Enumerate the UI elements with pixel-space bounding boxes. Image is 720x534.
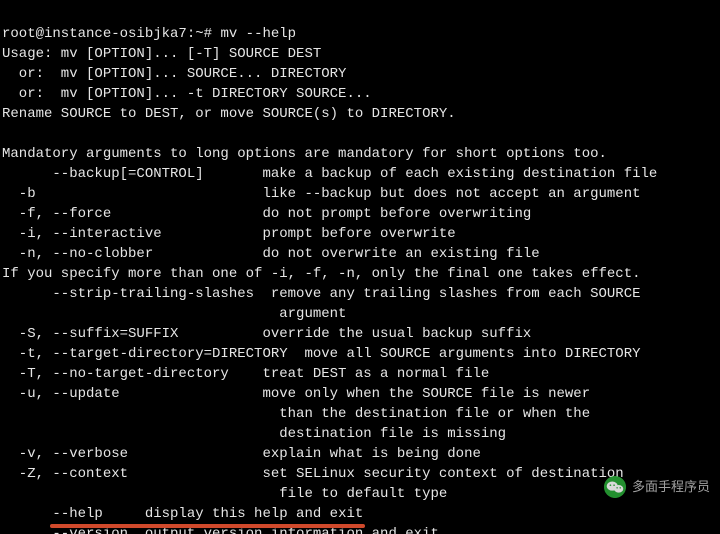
specify-note: If you specify more than one of -i, -f, … xyxy=(2,266,641,282)
option-context-2: file to default type xyxy=(2,486,447,502)
highlighted-help-option: --help display this help and exit xyxy=(52,504,363,524)
terminal-output: root@instance-osibjka7:~# mv --help Usag… xyxy=(0,0,720,534)
option-force: -f, --force do not prompt before overwri… xyxy=(2,206,531,222)
prompt-symbol: # xyxy=(204,26,212,42)
option-context-1: -Z, --context set SELinux security conte… xyxy=(2,466,624,482)
option-no-target: -T, --no-target-directory treat DEST as … xyxy=(2,366,489,382)
option-target-dir: -t, --target-directory=DIRECTORY move al… xyxy=(2,346,641,362)
option-no-clobber: -n, --no-clobber do not overwrite an exi… xyxy=(2,246,540,262)
usage-line-3: or: mv [OPTION]... -t DIRECTORY SOURCE..… xyxy=(2,86,372,102)
mandatory-note: Mandatory arguments to long options are … xyxy=(2,146,607,162)
shell-prompt[interactable]: root@instance-osibjka7:~# mv --help xyxy=(2,26,296,42)
option-help-line: --help display this help and exit xyxy=(2,506,363,522)
option-interactive: -i, --interactive prompt before overwrit… xyxy=(2,226,456,242)
option-backup: --backup[=CONTROL] make a backup of each… xyxy=(2,166,657,182)
usage-line-1: Usage: mv [OPTION]... [-T] SOURCE DEST xyxy=(2,46,321,62)
prompt-cwd: ~ xyxy=(195,26,203,42)
option-verbose: -v, --verbose explain what is being done xyxy=(2,446,481,462)
prompt-command: mv --help xyxy=(220,26,296,42)
red-underline-annotation xyxy=(50,524,365,528)
option-update-2: than the destination file or when the xyxy=(2,406,590,422)
prompt-user-host: root@instance-osibjka7 xyxy=(2,26,187,42)
wechat-icon xyxy=(604,476,626,498)
option-update-3: destination file is missing xyxy=(2,426,506,442)
option-update-1: -u, --update move only when the SOURCE f… xyxy=(2,386,590,402)
watermark: 多面手程序员 xyxy=(604,476,710,498)
option-suffix: -S, --suffix=SUFFIX override the usual b… xyxy=(2,326,531,342)
usage-line-2: or: mv [OPTION]... SOURCE... DIRECTORY xyxy=(2,66,346,82)
option-b: -b like --backup but does not accept an … xyxy=(2,186,641,202)
option-strip-1: --strip-trailing-slashes remove any trai… xyxy=(2,286,641,302)
watermark-text: 多面手程序员 xyxy=(632,477,710,497)
option-strip-2: argument xyxy=(2,306,346,322)
usage-desc: Rename SOURCE to DEST, or move SOURCE(s)… xyxy=(2,106,456,122)
